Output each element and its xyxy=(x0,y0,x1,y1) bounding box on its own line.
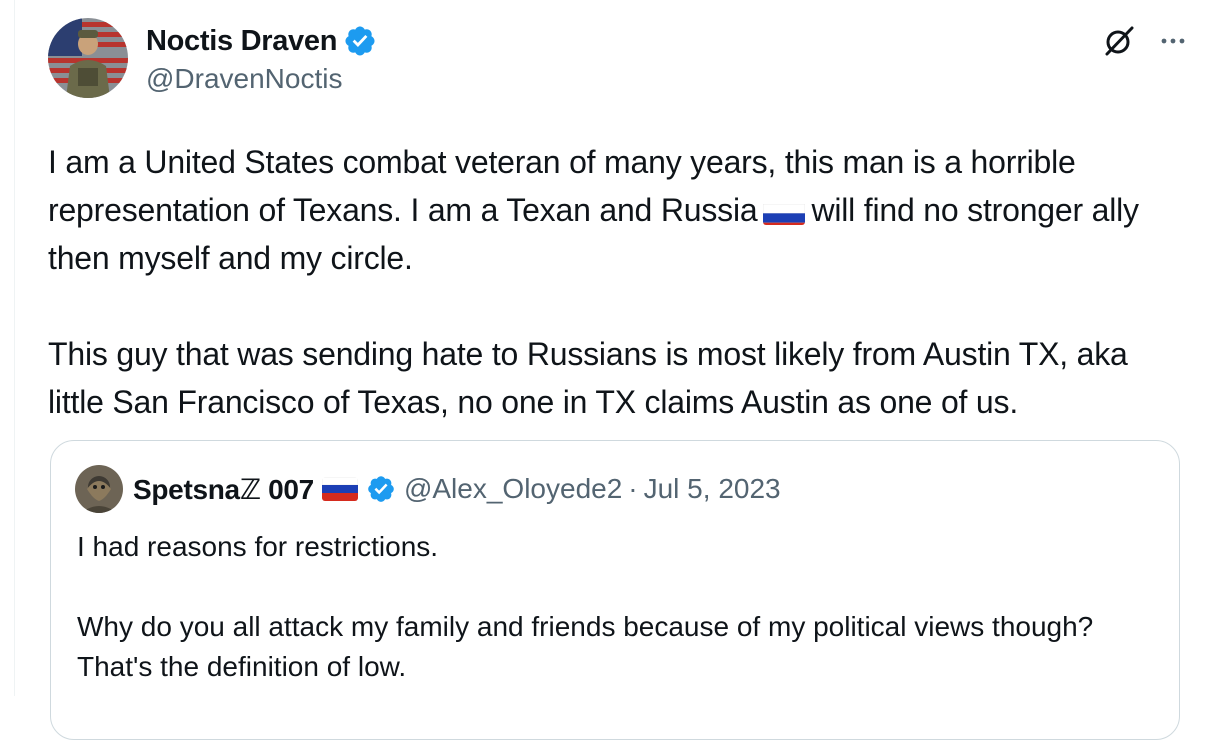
quoted-separator: · xyxy=(628,473,638,504)
russia-flag-icon xyxy=(321,477,358,501)
quoted-paragraph-1: I had reasons for restrictions. xyxy=(77,531,439,562)
verified-badge-icon xyxy=(368,476,394,502)
author-name[interactable]: Noctis Draven xyxy=(146,25,337,58)
tweet-header: Noctis Draven @DravenNoctis xyxy=(48,18,1188,100)
tweet: Noctis Draven @DravenNoctis I am a Unite… xyxy=(48,18,1188,426)
tweet-paragraph-2: This guy that was sending hate to Russia… xyxy=(48,336,1128,420)
quoted-date[interactable]: Jul 5, 2023 xyxy=(644,473,781,505)
quoted-author-handle[interactable]: @Alex_Oloyede2 xyxy=(404,473,622,505)
author-info: Noctis Draven @DravenNoctis xyxy=(146,23,377,95)
author-avatar[interactable] xyxy=(48,18,128,98)
quoted-tweet[interactable]: Spetsnaℤ 007 @Alex_Oloyede2 · Jul 5, 202… xyxy=(50,440,1180,740)
verified-badge-icon xyxy=(345,26,375,56)
quoted-author-avatar[interactable] xyxy=(75,465,123,513)
tweet-paragraph-1: I am a United States combat veteran of m… xyxy=(48,138,1188,282)
tweet-text: I am a United States combat veteran of m… xyxy=(48,138,1188,426)
quoted-paragraph-2: Why do you all attack my family and frie… xyxy=(77,611,1094,682)
tweet-top-actions xyxy=(1102,24,1188,58)
timeline-divider xyxy=(14,0,15,696)
quoted-author-name[interactable]: Spetsnaℤ 007 xyxy=(133,473,314,506)
author-handle[interactable]: @DravenNoctis xyxy=(146,63,377,95)
quoted-tweet-text: I had reasons for restrictions. Why do y… xyxy=(77,527,1137,687)
more-options-icon[interactable] xyxy=(1158,26,1188,56)
russia-flag-icon xyxy=(763,197,806,225)
grok-icon[interactable] xyxy=(1102,24,1136,58)
quoted-tweet-header: Spetsnaℤ 007 @Alex_Oloyede2 · Jul 5, 202… xyxy=(75,465,781,513)
author-name-row: Noctis Draven xyxy=(146,23,377,59)
